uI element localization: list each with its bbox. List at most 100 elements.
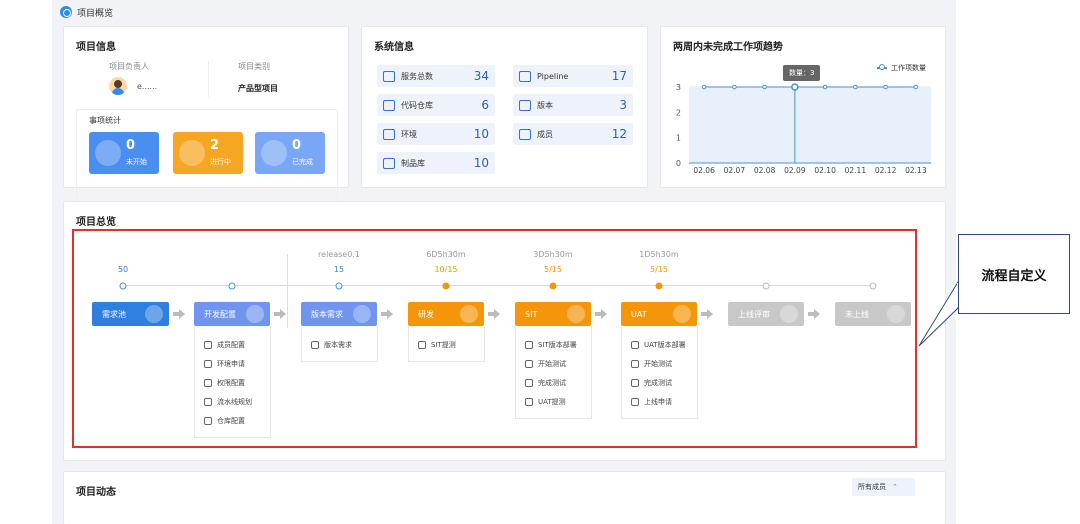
stage-task[interactable]: 环境申请 — [195, 354, 270, 373]
stage-panel: 成员配置环境申请权限配置流水线规划 仓库配置 — [194, 326, 271, 438]
sys-value: 34 — [473, 69, 489, 83]
sys-item-members[interactable]: 成员 12 — [513, 123, 633, 145]
check-icon — [353, 305, 371, 323]
stage-task[interactable]: 上线申请 — [622, 392, 697, 411]
sys-item-services[interactable]: 服务总数 34 — [377, 65, 495, 87]
x-tick-label: 02.11 — [845, 166, 867, 175]
play-icon — [780, 305, 798, 323]
members-icon — [519, 128, 531, 140]
arrow-icon — [595, 309, 607, 319]
version-icon — [519, 99, 531, 111]
submit-icon — [525, 397, 533, 406]
sys-item-pipeline[interactable]: Pipeline 17 — [513, 65, 633, 87]
stage-3[interactable]: 版本需求 — [301, 302, 377, 326]
stage-task-label: 成员配置 — [217, 340, 245, 349]
stage-label: 需求池 — [102, 309, 126, 319]
data-point — [913, 84, 919, 90]
member-filter-select[interactable]: 所有成员 ⌃ — [852, 478, 915, 496]
stage-panel: SIT版本部署 开始测试 完成测试 UAT提测 — [515, 326, 592, 419]
list-icon — [145, 305, 163, 323]
sys-value: 6 — [481, 98, 489, 112]
arrow-icon — [173, 309, 185, 319]
check-icon — [246, 305, 264, 323]
stage-task[interactable]: 仓库配置 — [195, 411, 270, 430]
stage-task[interactable]: 版本需求 — [302, 335, 377, 354]
stage-5[interactable]: SIT — [515, 302, 591, 326]
play-icon — [631, 359, 639, 368]
release-icon — [631, 397, 639, 406]
target-icon — [311, 340, 319, 349]
stats-panel: 事项统计 0 未开始 2 进行中 0 已完成 — [76, 109, 338, 205]
arrow-icon — [381, 309, 393, 319]
stage-1[interactable]: 需求池 — [92, 302, 169, 326]
data-point — [791, 83, 799, 91]
environment-icon — [383, 128, 395, 140]
project-info-card: 项目信息 项目负责人 e...... 项目类别 产品型项目 事项统计 0 未开始 … — [63, 26, 349, 205]
y-tick-label: 1 — [676, 134, 681, 143]
play-icon — [887, 305, 905, 323]
trend-chart-card: 两周内未完成工作项趋势 工作项数量 0 1 2 3 02.06 02.07 02.08 02.… — [660, 26, 946, 188]
project-info-title: 项目信息 — [76, 42, 116, 53]
stage-label: 开发配置 — [204, 309, 236, 319]
stage-task[interactable]: 开始测试 — [622, 354, 697, 373]
sys-item-code-repo[interactable]: 代码仓库 6 — [377, 94, 495, 116]
data-point — [701, 84, 707, 90]
check-circle-icon — [525, 378, 533, 387]
data-point — [762, 84, 767, 90]
arrow-icon — [808, 309, 820, 319]
stage-count: 15 — [333, 265, 345, 274]
stage-task-label: 环境申请 — [217, 359, 245, 368]
sys-item-version[interactable]: 版本 3 — [513, 94, 633, 116]
stage-task[interactable]: UAT版本部署 — [622, 335, 697, 354]
stat-in-progress[interactable]: 2 进行中 — [173, 132, 243, 174]
data-point — [853, 84, 858, 90]
stat-done[interactable]: 0 已完成 — [255, 132, 325, 174]
stage-task[interactable]: 完成测试 — [516, 373, 591, 392]
stage-task-label: 权限配置 — [217, 378, 245, 387]
shield-icon — [204, 378, 212, 387]
stage-task[interactable]: UAT提测 — [516, 392, 591, 411]
data-point — [732, 84, 737, 90]
stage-task[interactable]: SIT版本部署 — [516, 335, 591, 354]
stage-7[interactable]: 上线评审 — [728, 302, 804, 326]
stage-4[interactable]: 研发 — [408, 302, 484, 326]
sys-item-artifact[interactable]: 制品库 10 — [377, 152, 495, 174]
sys-item-environment[interactable]: 环境 10 — [377, 123, 495, 145]
stage-task[interactable]: 流水线规划 — [195, 392, 270, 411]
data-point — [822, 84, 828, 90]
check-icon — [261, 140, 287, 166]
owner-name: e...... — [137, 82, 158, 91]
stat-not-started[interactable]: 0 未开始 — [89, 132, 159, 174]
stage-8[interactable]: 未上线 — [835, 302, 911, 326]
stage-task[interactable]: 完成测试 — [622, 373, 697, 392]
activity-title: 项目动态 — [76, 487, 116, 498]
stage-task[interactable]: 开始测试 — [516, 354, 591, 373]
timeline-dot — [335, 282, 343, 290]
sys-value: 12 — [611, 127, 627, 141]
timeline-dot — [228, 282, 236, 290]
deploy-icon — [631, 340, 639, 349]
type-value: 产品型项目 — [238, 84, 278, 93]
code-repo-icon — [383, 99, 395, 111]
x-tick-label: 02.10 — [814, 166, 836, 175]
stage-count: 5/15 — [544, 265, 562, 274]
progress-icon — [460, 305, 478, 323]
stage-6[interactable]: UAT — [621, 302, 697, 326]
stage-task[interactable]: 成员配置 — [195, 335, 270, 354]
stage-task-label: 版本需求 — [324, 340, 352, 349]
data-point — [883, 84, 888, 90]
sys-label: 版本 — [537, 100, 553, 110]
x-tick-label: 02.13 — [905, 166, 927, 175]
stage-task[interactable]: 权限配置 — [195, 373, 270, 392]
release-label: release0.1 — [318, 250, 360, 259]
divider — [208, 61, 209, 97]
stage-label: UAT — [631, 309, 647, 319]
y-tick-label: 0 — [676, 159, 681, 168]
activity-card: 项目动态 — [63, 471, 946, 524]
overview-icon — [60, 6, 72, 18]
stage-task[interactable]: SIT提测 — [409, 335, 484, 354]
x-tick-label: 02.09 — [784, 166, 806, 175]
sys-label: 服务总数 — [401, 71, 433, 81]
stage-2[interactable]: 开发配置 — [194, 302, 270, 326]
timeline-dot — [549, 282, 557, 290]
